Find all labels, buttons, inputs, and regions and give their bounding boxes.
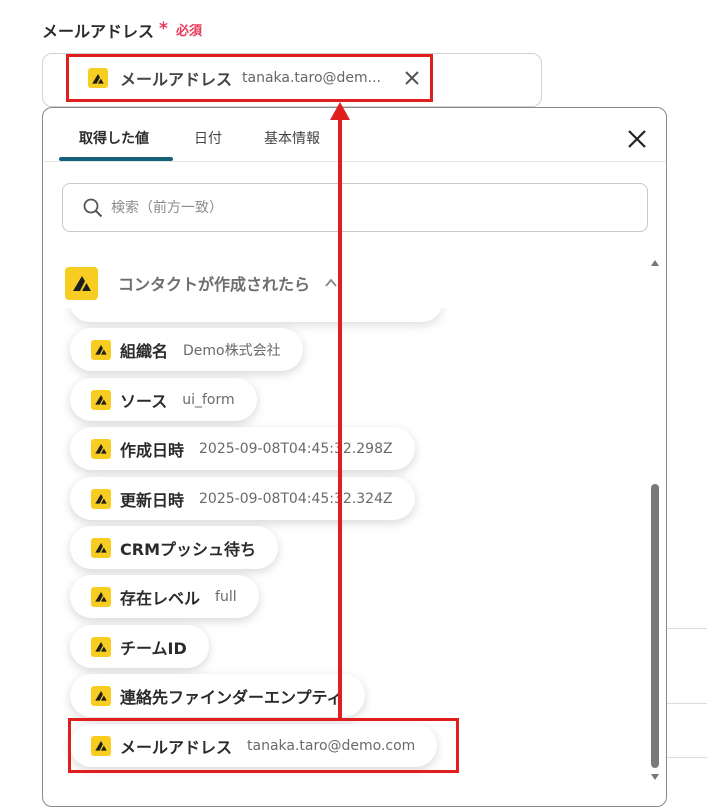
app-logo-icon	[91, 488, 111, 509]
item-key: チームID	[120, 638, 187, 658]
app-logo-icon	[91, 636, 111, 657]
active-tab-indicator	[59, 157, 173, 161]
item-value: Demo株式会社	[183, 342, 281, 359]
annotation-arrow-line	[338, 118, 342, 719]
list-item[interactable]: CRMプッシュ待ち	[70, 526, 278, 569]
item-key: CRMプッシュ待ち	[120, 539, 256, 559]
app-logo-icon	[91, 537, 111, 558]
required-star: *	[159, 19, 168, 39]
item-key: 連絡先ファインダーエンプティ	[120, 687, 343, 707]
scroll-up-arrow-icon[interactable]	[651, 260, 659, 266]
search-icon	[83, 198, 103, 217]
item-key: ソース	[120, 391, 168, 411]
item-key: 作成日時	[120, 440, 185, 460]
search-input[interactable]	[111, 199, 631, 216]
list-item	[70, 308, 442, 322]
item-value: 2025-09-08T04:45:32.298Z	[199, 440, 393, 457]
item-key: 更新日時	[120, 490, 185, 510]
item-key: 存在レベル	[120, 588, 201, 608]
list-item[interactable]: ソース ui_form	[70, 378, 257, 421]
item-key: 組織名	[120, 341, 169, 361]
app-logo-icon	[91, 586, 111, 607]
divider	[667, 703, 707, 704]
group-header[interactable]: コンタクトが作成されたら	[65, 266, 338, 300]
value-picker-panel: 取得した値 日付 基本情報 コンタクトが作成されたら	[42, 107, 667, 807]
item-value: full	[215, 588, 237, 605]
group-title: コンタクトが作成されたら	[118, 275, 311, 294]
app-logo-icon	[91, 438, 111, 459]
chevron-up-icon[interactable]	[324, 276, 338, 290]
divider	[667, 628, 707, 629]
list-item[interactable]: 作成日時 2025-09-08T04:45:32.298Z	[70, 427, 415, 470]
required-text: 必須	[176, 24, 203, 39]
list-item[interactable]: 更新日時 2025-09-08T04:45:32.324Z	[70, 477, 415, 520]
list-item[interactable]: チームID	[70, 625, 209, 668]
app-logo-icon	[65, 266, 98, 300]
app-logo-icon	[88, 68, 108, 88]
list-item[interactable]: 連絡先ファインダーエンプティ	[70, 674, 365, 717]
selected-chip-value: tanaka.taro@dem...	[242, 70, 381, 86]
app-logo-icon	[91, 685, 111, 706]
item-value: ui_form	[182, 391, 235, 408]
selected-value-chip[interactable]: メールアドレス tanaka.taro@dem...	[66, 54, 433, 102]
item-value: 2025-09-08T04:45:32.324Z	[199, 490, 393, 507]
annotation-highlight-box	[68, 718, 459, 773]
search-box	[62, 183, 648, 232]
scrollbar[interactable]	[648, 256, 662, 784]
app-logo-icon	[91, 339, 111, 360]
close-icon[interactable]	[626, 128, 648, 150]
close-icon[interactable]	[403, 69, 421, 87]
tab-date[interactable]: 日付	[194, 128, 222, 148]
field-label: メールアドレス	[42, 22, 155, 41]
list-item[interactable]: 存在レベル full	[70, 575, 259, 618]
tab-basic-info[interactable]: 基本情報	[264, 128, 320, 148]
divider	[667, 757, 707, 758]
picker-tabs: 取得した値 日付 基本情報	[43, 108, 666, 162]
list-item[interactable]: 組織名 Demo株式会社	[70, 328, 303, 371]
annotation-arrow-up-icon	[330, 102, 350, 120]
scrollbar-thumb[interactable]	[651, 484, 659, 768]
tab-obtained-values[interactable]: 取得した値	[79, 128, 149, 148]
app-logo-icon	[91, 389, 111, 410]
scroll-down-arrow-icon[interactable]	[651, 774, 659, 780]
selected-chip-key: メールアドレス	[120, 70, 233, 89]
